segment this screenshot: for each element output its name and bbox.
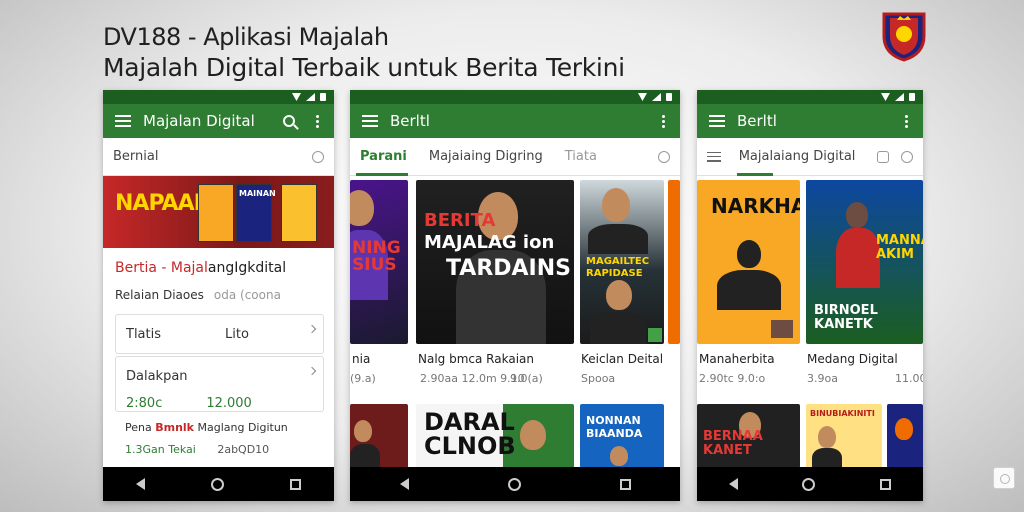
home-icon[interactable] xyxy=(802,477,816,491)
status-bar xyxy=(350,90,680,104)
chat-icon[interactable] xyxy=(877,150,890,163)
article-meta: 11.00 xyxy=(895,372,923,385)
article-title[interactable]: Keiclan Deital xyxy=(581,352,663,366)
more-options-icon[interactable] xyxy=(308,112,326,130)
battery-icon xyxy=(666,93,672,101)
article-tile[interactable] xyxy=(887,404,923,468)
featured-article-tile[interactable]: BERITA MAJALAG ion TARDAINS xyxy=(416,180,574,344)
user-icon[interactable] xyxy=(312,150,324,163)
promo-headline: DV188 - Aplikasi Majalah Majalah Digital… xyxy=(103,22,625,84)
app-bar: Berltl xyxy=(350,104,680,138)
recents-icon[interactable] xyxy=(290,478,301,490)
app-bar: Berltl xyxy=(697,104,923,138)
article-meta: Spooa xyxy=(581,372,616,385)
user-icon[interactable] xyxy=(901,150,913,163)
signal-icon xyxy=(652,93,661,101)
app-title: Majalan Digital xyxy=(143,112,255,130)
signal-icon xyxy=(895,93,904,101)
headline-line2: Majalah Digital Terbaik untuk Berita Ter… xyxy=(103,53,625,82)
article-meta: 3.9oa xyxy=(807,372,838,385)
article-title[interactable]: Medang Digital xyxy=(807,352,898,366)
app-bar: Majalan Digital xyxy=(103,104,334,138)
search-icon[interactable] xyxy=(658,150,670,163)
list-icon[interactable] xyxy=(707,151,721,162)
tab-tiata[interactable]: Tiata xyxy=(565,149,597,164)
wifi-icon xyxy=(881,93,890,101)
article-title[interactable]: Nalg bmca Rakaian xyxy=(418,352,534,366)
tab-bar: Parani Majaiaing Digring Tiata xyxy=(350,138,680,176)
list-card[interactable]: Dalakpan 2:80c 12.000 xyxy=(115,356,324,412)
search-icon[interactable] xyxy=(280,112,298,130)
article-tile[interactable]: MANNA AKIM BIRNOEL KANETK xyxy=(806,180,923,344)
app-title: Berltl xyxy=(390,112,430,130)
phone-screen-3: Berltl Majalaiang Digital NARKHAI MANNA … xyxy=(697,90,923,501)
more-options-icon[interactable] xyxy=(897,112,915,130)
footer-item[interactable]: Pena Bmnlk Maglang Digitun xyxy=(125,421,288,434)
article-tile[interactable]: DARAL CLNOB xyxy=(416,404,574,468)
featured-banner[interactable]: NAPAAN MAINAN xyxy=(103,176,334,248)
system-nav-bar xyxy=(697,467,923,501)
footer-meta: 1.3Gan Tekai 2abQD10 xyxy=(125,443,270,456)
headline-line1: DV188 - Aplikasi Majalah xyxy=(103,23,389,51)
wifi-icon xyxy=(292,93,301,101)
article-heading[interactable]: Bertia - MajalangIgkdital xyxy=(115,260,286,276)
wifi-icon xyxy=(638,93,647,101)
status-bar xyxy=(697,90,923,104)
article-tile[interactable]: BERNAA KANET xyxy=(697,404,800,468)
hamburger-menu-icon[interactable] xyxy=(709,115,725,127)
battery-icon xyxy=(909,93,915,101)
tab-majalah-digital[interactable]: Majaiaing Digring xyxy=(429,149,543,164)
crest-logo-icon xyxy=(882,12,926,62)
hamburger-menu-icon[interactable] xyxy=(115,115,131,127)
home-icon[interactable] xyxy=(211,477,224,491)
article-tile[interactable]: NING SIUS xyxy=(350,180,408,344)
hamburger-menu-icon[interactable] xyxy=(362,115,378,127)
magazine-cover xyxy=(198,184,234,242)
article-tile[interactable]: BINUBIAKINITI xyxy=(806,404,882,468)
article-meta: 2.90tc 9.0:o xyxy=(699,372,766,385)
article-title[interactable]: Manaherbita xyxy=(699,352,775,366)
recents-icon[interactable] xyxy=(879,478,891,490)
system-nav-bar xyxy=(103,467,334,501)
signal-icon xyxy=(306,93,315,101)
home-icon[interactable] xyxy=(507,477,521,491)
article-meta: 9.0(a) xyxy=(510,372,543,385)
magazine-cover xyxy=(281,184,317,242)
banner-title: NAPAAN xyxy=(115,191,212,216)
list-card[interactable]: Tlatis Lito xyxy=(115,314,324,354)
battery-icon xyxy=(320,93,326,101)
article-tile[interactable]: NARKHAI xyxy=(697,180,800,344)
article-meta: (9.a) xyxy=(350,372,376,385)
phone-screen-1: Majalan Digital Bernial NAPAAN MAINAN Be… xyxy=(103,90,334,501)
app-title: Berltl xyxy=(737,112,777,130)
tab-majalah-digital[interactable]: Majalaiang Digital xyxy=(739,149,856,164)
article-subtitle: Relaian Diaoes oda (coona xyxy=(115,288,281,302)
share-icon[interactable] xyxy=(648,328,662,342)
status-bar xyxy=(103,90,334,104)
back-icon[interactable] xyxy=(399,478,409,490)
more-options-icon[interactable] xyxy=(654,112,672,130)
magazine-cover: MAINAN xyxy=(236,184,276,242)
article-meta: 2.90aa 12.0m 9.10 xyxy=(420,372,525,385)
phone-screen-2: Berltl Parani Majaiaing Digring Tiata NI… xyxy=(350,90,680,501)
article-tile[interactable] xyxy=(668,180,680,344)
tab-bar: Majalaiang Digital xyxy=(697,138,923,176)
back-icon[interactable] xyxy=(136,478,145,490)
system-nav-bar xyxy=(350,467,680,501)
article-title[interactable]: nia xyxy=(352,352,370,366)
corner-action-button[interactable] xyxy=(993,467,1015,489)
tab-parani[interactable]: Parani xyxy=(360,149,407,164)
section-header: Bernial xyxy=(103,138,334,176)
article-tile[interactable]: NONNAN BIAANDA xyxy=(580,404,664,468)
back-icon[interactable] xyxy=(729,478,739,490)
recents-icon[interactable] xyxy=(619,478,631,490)
article-tile[interactable]: MAGAILTEC RAPIDASE xyxy=(580,180,664,344)
article-tile[interactable] xyxy=(350,404,408,468)
section-label: Bernial xyxy=(113,149,159,164)
